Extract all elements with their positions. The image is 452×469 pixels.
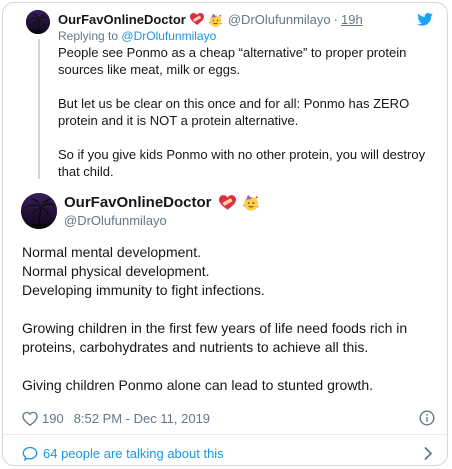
thread-connector-line bbox=[38, 39, 40, 179]
main-tweet-text: Normal mental development. Normal physic… bbox=[22, 243, 437, 414]
embedded-tweet-card: OurFavOnlineDoctor @DrOlufunmilayo · 19h… bbox=[2, 2, 448, 466]
tweet-timestamp[interactable]: 8:52 PM - Dec 11, 2019 bbox=[74, 411, 210, 426]
replying-handle-link[interactable]: @DrOlufunmilayo bbox=[121, 29, 216, 43]
party-face-icon bbox=[242, 194, 260, 211]
parent-tweet-header: OurFavOnlineDoctor @DrOlufunmilayo · 19h bbox=[58, 12, 363, 27]
like-heart-icon[interactable] bbox=[22, 411, 38, 426]
speech-bubble-icon bbox=[22, 446, 38, 461]
conversation-link[interactable]: 64 people are talking about this bbox=[22, 444, 437, 462]
chevron-right-icon[interactable] bbox=[424, 447, 433, 463]
parent-avatar[interactable] bbox=[26, 10, 50, 34]
parent-tweet-text: People see Ponmo as a cheap “alternative… bbox=[58, 44, 433, 197]
heart-bandage-icon bbox=[218, 194, 236, 211]
twitter-bird-icon[interactable] bbox=[417, 13, 433, 31]
main-display-name[interactable]: OurFavOnlineDoctor bbox=[64, 194, 212, 211]
parent-paragraph: So if you give kids Ponmo with no other … bbox=[58, 147, 426, 179]
palm-tree-avatar-icon bbox=[21, 193, 57, 229]
parent-tweet[interactable]: OurFavOnlineDoctor @DrOlufunmilayo · 19h… bbox=[3, 3, 447, 183]
like-count[interactable]: 190 bbox=[42, 411, 64, 426]
replying-to-line: Replying to @DrOlufunmilayo bbox=[58, 29, 216, 43]
parent-paragraph: But let us be clear on this once and for… bbox=[58, 96, 410, 128]
separator-dot: · bbox=[333, 12, 338, 27]
party-face-icon bbox=[208, 13, 223, 27]
main-avatar[interactable] bbox=[21, 193, 57, 229]
tweet-meta-row: 190 8:52 PM - Dec 11, 2019 bbox=[22, 409, 437, 427]
footer-divider bbox=[3, 434, 447, 435]
heart-bandage-icon bbox=[189, 13, 204, 26]
main-handle[interactable]: @DrOlufunmilayo bbox=[64, 213, 167, 228]
parent-handle[interactable]: @DrOlufunmilayo bbox=[228, 12, 331, 27]
parent-timestamp-link[interactable]: 19h bbox=[341, 12, 363, 27]
main-display-name-row: OurFavOnlineDoctor bbox=[64, 194, 260, 211]
main-paragraph: Growing children in the first few years … bbox=[22, 320, 408, 355]
parent-display-name[interactable]: OurFavOnlineDoctor bbox=[58, 12, 186, 27]
parent-paragraph: People see Ponmo as a cheap “alternative… bbox=[58, 45, 407, 77]
replying-prefix: Replying to bbox=[58, 29, 119, 43]
info-icon[interactable] bbox=[419, 410, 435, 429]
conversation-text[interactable]: 64 people are talking about this bbox=[43, 446, 224, 461]
main-paragraph: Normal mental development. Normal physic… bbox=[22, 244, 265, 298]
palm-tree-avatar-icon bbox=[26, 10, 50, 34]
main-paragraph: Giving children Ponmo alone can lead to … bbox=[22, 377, 373, 393]
